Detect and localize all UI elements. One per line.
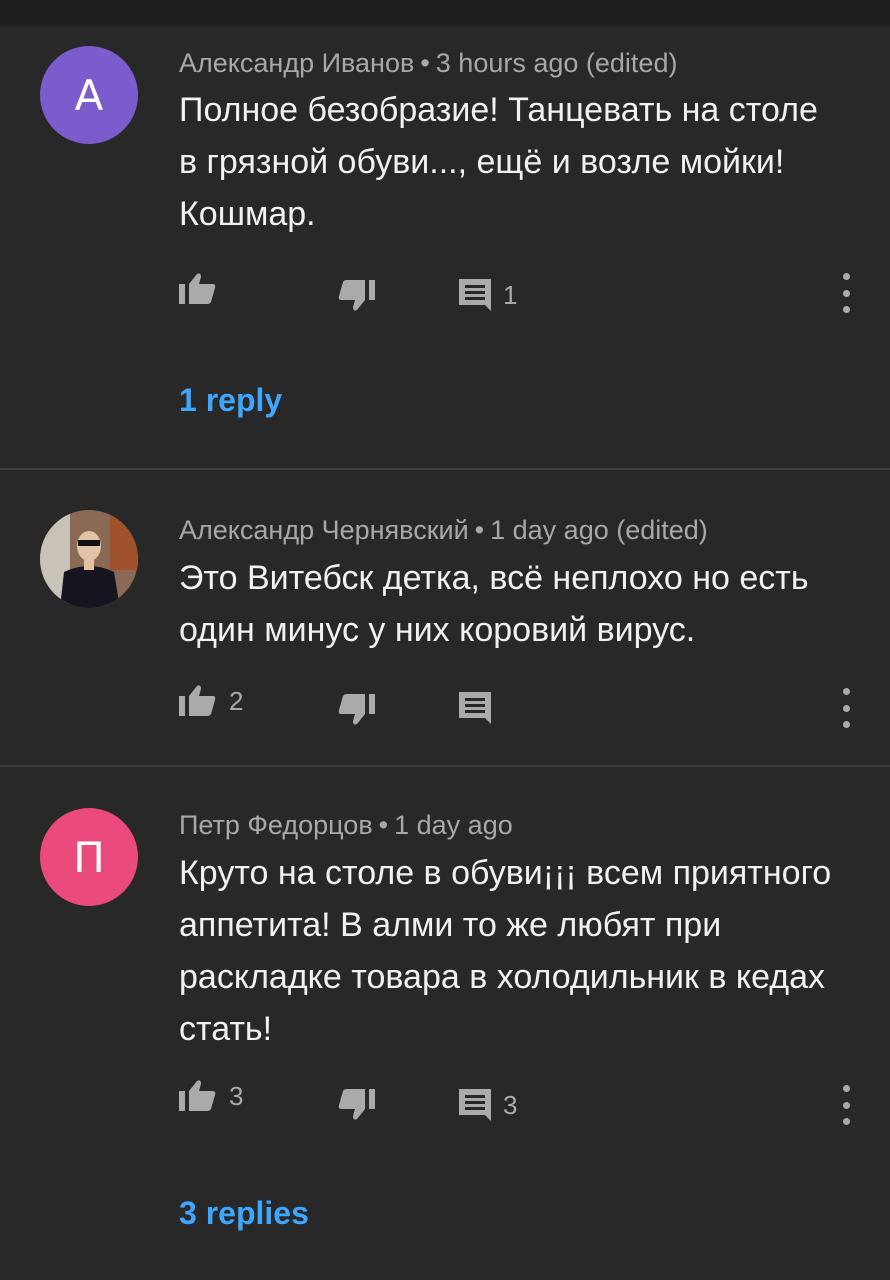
comment: П Петр Федорцов • 1 day ago Круто на столе… [0,767,890,1280]
comment-line: Кошмар. [179,195,316,233]
view-replies-link[interactable]: 3 replies [179,1195,309,1232]
timestamp[interactable]: 1 day ago [394,810,513,840]
comment-meta: Александр Чернявский • 1 day ago (edited) [179,515,708,546]
comment-line: Круто на столе в обуви¡¡¡ всем приятного [179,854,832,892]
thumbs-down-icon [337,1087,375,1121]
reply-button[interactable]: 1 [459,279,517,311]
reply-count: 3 [503,1089,518,1120]
separator-dot: • [420,48,430,78]
edited-label: (edited) [585,48,678,78]
comment-icon [459,692,491,724]
author-name[interactable]: Александр Иванов [179,48,414,78]
comment-meta: Александр Иванов • 3 hours ago (edited) [179,48,677,79]
reply-count: 1 [503,279,518,310]
avatar[interactable]: А [40,46,138,144]
thumbs-up-icon [179,1079,217,1113]
dislike-button[interactable] [337,278,375,312]
timestamp[interactable]: 3 hours ago [436,48,579,78]
comment-line: раскладке товара в холодильник в кедах [179,958,826,996]
more-options-button[interactable] [838,1085,854,1125]
thumbs-down-icon [337,278,375,312]
separator-dot: • [474,515,485,545]
like-button[interactable]: 3 [179,1079,243,1113]
more-options-button[interactable] [838,273,854,313]
like-count: 3 [229,1080,244,1111]
like-button[interactable]: 2 [179,684,243,718]
thumbs-down-icon [337,692,375,726]
comment-text: Полное безобразие! Танцевать на столе в … [179,84,869,240]
comment-line: Это Витебск детка, всё неплохо но есть [179,559,809,597]
comment-line: стать! [179,1010,273,1048]
comment-line: аппетита! В алми то же любят при [179,906,722,944]
timestamp[interactable]: 1 day ago [490,515,609,545]
more-vert-icon [842,273,850,280]
edited-label: (edited) [616,515,708,545]
comment: А Александр Иванов • 3 hours ago (edited) … [0,0,890,470]
separator-dot: • [378,810,389,840]
reply-button[interactable]: 3 [459,1089,517,1121]
avatar[interactable] [40,510,138,608]
more-vert-icon [842,1085,850,1092]
avatar-letter: П [73,832,105,882]
thumbs-up-icon [179,684,217,718]
avatar-letter: А [74,70,104,120]
author-name[interactable]: Александр Чернявский [179,515,469,545]
comment-icon [459,279,491,311]
comment-icon [459,1089,491,1121]
comment-line: один минус у них коровий вирус. [179,611,696,649]
dislike-button[interactable] [337,692,375,726]
comment-text: Это Витебск детка, всё неплохо но есть о… [179,552,869,656]
more-options-button[interactable] [838,688,854,728]
like-count: 2 [229,685,244,716]
like-button[interactable] [179,272,217,306]
comment-line: Полное безобразие! Танцевать на столе [179,91,818,129]
comment-text: Круто на столе в обуви¡¡¡ всем приятного… [179,847,869,1055]
dislike-button[interactable] [337,1087,375,1121]
more-vert-icon [842,688,850,695]
comment: Александр Чернявский • 1 day ago (edited) … [0,470,890,766]
author-name[interactable]: Петр Федорцов [179,810,373,840]
comment-meta: Петр Федорцов • 1 day ago [179,810,513,841]
avatar-photo [40,510,138,608]
reply-button[interactable] [459,692,491,724]
comment-line: в грязной обуви..., ещё и возле мойки! [179,143,785,181]
view-replies-link[interactable]: 1 reply [179,382,282,419]
thumbs-up-icon [179,272,217,306]
avatar[interactable]: П [40,808,138,906]
